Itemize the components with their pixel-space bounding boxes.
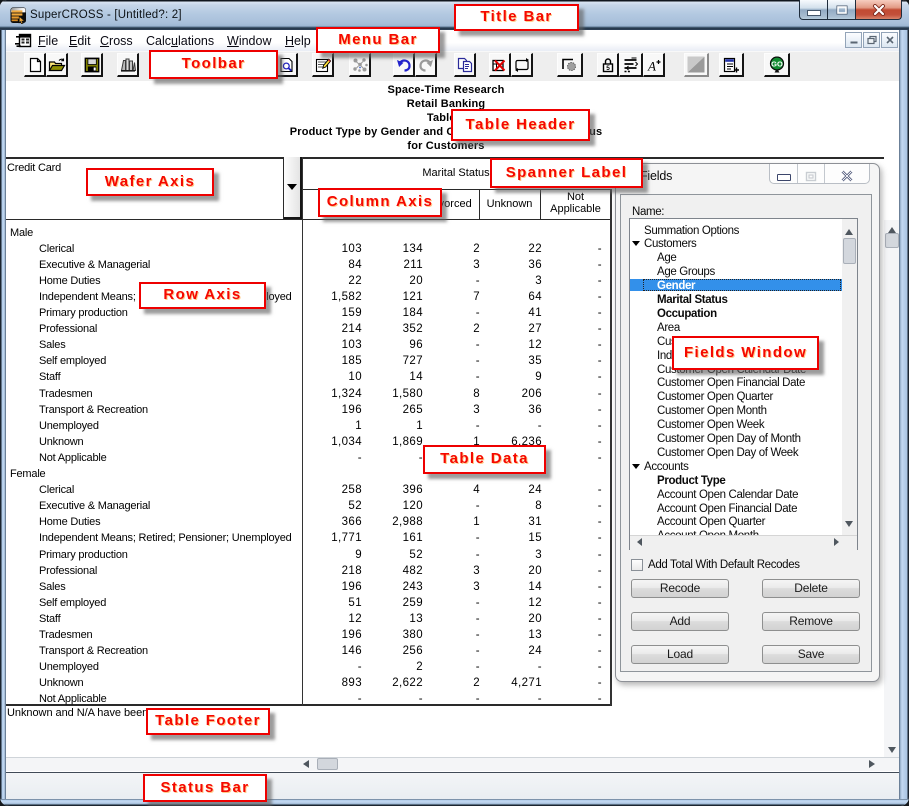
svg-text:A: A [647, 58, 656, 72]
svg-text:GO: GO [771, 59, 783, 68]
svg-text:5: 5 [606, 65, 610, 72]
